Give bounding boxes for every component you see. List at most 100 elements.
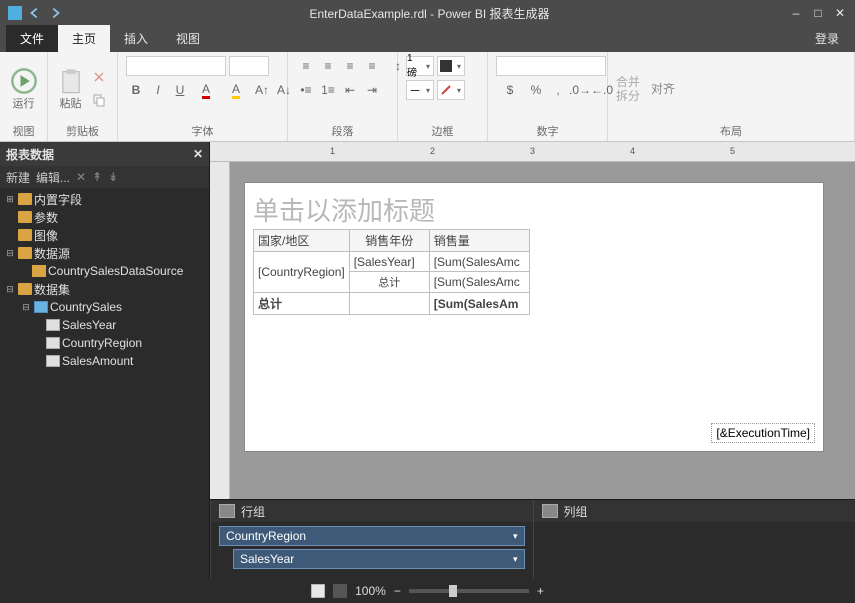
- window-title: EnterDataExample.rdl - Power BI 报表生成器: [70, 5, 789, 22]
- ribbon: 运行 视图 粘贴 剪贴板 B I U A A A↑ A↓: [0, 52, 855, 142]
- colgroup-header: 列组: [564, 503, 588, 520]
- tree-datasources[interactable]: ⊟数据源: [0, 244, 209, 262]
- preview-view-icon[interactable]: [333, 584, 347, 598]
- tree-field-salesamount[interactable]: SalesAmount: [0, 352, 209, 370]
- group-border-label: 边框: [406, 121, 479, 139]
- panel-movedown-icon[interactable]: ↡: [108, 170, 118, 184]
- justify-button[interactable]: ≡: [362, 56, 382, 76]
- title-placeholder[interactable]: 单击以添加标题: [253, 191, 435, 228]
- tab-insert[interactable]: 插入: [110, 25, 162, 52]
- zoom-label: 100%: [355, 584, 386, 598]
- tree-images[interactable]: 图像: [0, 226, 209, 244]
- fill-color-button[interactable]: A: [222, 80, 250, 100]
- border-preset-button[interactable]: ▾: [437, 80, 465, 100]
- run-button[interactable]: 运行: [8, 59, 39, 119]
- report-data-panel: 报表数据 ✕ 新建 编辑... ✕ ↟ ↡ ⊞内置字段 参数 图像 ⊟数据源 C…: [0, 142, 210, 579]
- numbering-button[interactable]: 1≡: [318, 80, 338, 100]
- tree-field-countryregion[interactable]: CountryRegion: [0, 334, 209, 352]
- align-center-button[interactable]: ≡: [318, 56, 338, 76]
- italic-button[interactable]: I: [148, 80, 168, 100]
- group-number-label: 数字: [496, 121, 599, 139]
- paste-button[interactable]: 粘贴: [56, 59, 85, 119]
- align-left-button[interactable]: ≡: [296, 56, 316, 76]
- tab-file[interactable]: 文件: [6, 25, 58, 52]
- report-body[interactable]: 单击以添加标题 国家/地区 销售年份 销售量 [CountryRegion] […: [244, 182, 824, 452]
- execution-time-textbox[interactable]: [&ExecutionTime]: [711, 423, 815, 443]
- panel-delete-icon[interactable]: ✕: [76, 170, 86, 184]
- cell-subtotal-label[interactable]: 总计: [349, 272, 429, 293]
- tab-home[interactable]: 主页: [58, 25, 110, 52]
- font-color-button[interactable]: A: [192, 80, 220, 100]
- number-format-select[interactable]: [496, 56, 606, 76]
- border-weight-select[interactable]: 1 磅▾: [406, 56, 434, 76]
- maximize-icon[interactable]: □: [811, 6, 825, 20]
- cell-country[interactable]: [CountryRegion]: [254, 252, 350, 293]
- login-button[interactable]: 登录: [799, 25, 855, 52]
- group-view-label: 视图: [8, 121, 39, 139]
- cell-subtotal-amount[interactable]: [Sum(SalesAmc: [429, 272, 529, 293]
- indent-button[interactable]: ⇥: [362, 80, 382, 100]
- bold-button[interactable]: B: [126, 80, 146, 100]
- cell-year[interactable]: [SalesYear]: [349, 252, 429, 272]
- col-header-amount[interactable]: 销售量: [429, 230, 529, 252]
- align-button[interactable]: 对齐: [646, 79, 680, 99]
- align-right-button[interactable]: ≡: [340, 56, 360, 76]
- redo-icon[interactable]: [48, 6, 62, 20]
- copy-icon[interactable]: [89, 90, 109, 110]
- tree-builtin-fields[interactable]: ⊞内置字段: [0, 190, 209, 208]
- underline-button[interactable]: U: [170, 80, 190, 100]
- tree-datasets[interactable]: ⊟数据集: [0, 280, 209, 298]
- font-size-select[interactable]: [229, 56, 269, 76]
- panel-close-icon[interactable]: ✕: [193, 147, 203, 161]
- group-clipboard-label: 剪贴板: [56, 121, 109, 139]
- rowgroup-salesyear[interactable]: SalesYear▾: [233, 549, 525, 569]
- minimize-icon[interactable]: –: [789, 6, 803, 20]
- close-icon[interactable]: ✕: [833, 6, 847, 20]
- panel-new-button[interactable]: 新建: [6, 169, 30, 186]
- rowgroup-header: 行组: [241, 503, 265, 520]
- cut-icon[interactable]: [89, 67, 109, 87]
- percent-button[interactable]: %: [526, 80, 546, 100]
- font-family-select[interactable]: [126, 56, 226, 76]
- currency-button[interactable]: $: [496, 80, 524, 100]
- border-color-button[interactable]: ▾: [437, 56, 465, 76]
- chevron-down-icon[interactable]: ▾: [513, 554, 518, 565]
- tree-datasource-item[interactable]: CountrySalesDataSource: [0, 262, 209, 280]
- tree-dataset-item[interactable]: ⊟CountrySales: [0, 298, 209, 316]
- thousands-button[interactable]: ,: [548, 80, 568, 100]
- panel-moveup-icon[interactable]: ↟: [92, 170, 102, 184]
- colgroup-icon: [542, 504, 558, 518]
- border-style-button[interactable]: ─▾: [406, 80, 434, 100]
- cell-amount[interactable]: [Sum(SalesAmc: [429, 252, 529, 272]
- chevron-down-icon[interactable]: ▾: [513, 531, 518, 542]
- zoom-out-button[interactable]: −: [394, 584, 401, 598]
- cell-grandtotal-label[interactable]: 总计: [254, 293, 350, 315]
- tab-view[interactable]: 视图: [162, 25, 214, 52]
- design-view-icon[interactable]: [311, 584, 325, 598]
- tablix[interactable]: 国家/地区 销售年份 销售量 [CountryRegion] [SalesYea…: [253, 229, 530, 315]
- zoom-in-button[interactable]: +: [537, 584, 544, 598]
- undo-icon[interactable]: [28, 6, 42, 20]
- zoom-slider[interactable]: [409, 589, 529, 593]
- tree-parameters[interactable]: 参数: [0, 208, 209, 226]
- report-data-tree: ⊞内置字段 参数 图像 ⊟数据源 CountrySalesDataSource …: [0, 188, 209, 579]
- grow-font-button[interactable]: A↑: [252, 80, 272, 100]
- merge-split-button[interactable]: 合并拆分: [616, 75, 640, 103]
- tree-field-salesyear[interactable]: SalesYear: [0, 316, 209, 334]
- vertical-ruler: [210, 162, 230, 499]
- rowgroup-icon: [219, 504, 235, 518]
- increase-decimal-button[interactable]: .0→: [570, 80, 590, 100]
- group-paragraph-label: 段落: [296, 121, 389, 139]
- cell-grandtotal-amount[interactable]: [Sum(SalesAm: [429, 293, 529, 315]
- bullets-button[interactable]: •≡: [296, 80, 316, 100]
- group-layout-label: 布局: [616, 121, 846, 139]
- panel-title: 报表数据: [6, 146, 54, 163]
- app-icon: [8, 6, 22, 20]
- rowgroup-countryregion[interactable]: CountryRegion▾: [219, 526, 525, 546]
- outdent-button[interactable]: ⇤: [340, 80, 360, 100]
- horizontal-ruler: 1 2 3 4 5: [210, 142, 855, 162]
- panel-edit-button[interactable]: 编辑...: [36, 169, 70, 186]
- group-font-label: 字体: [126, 121, 279, 139]
- col-header-country[interactable]: 国家/地区: [254, 230, 350, 252]
- col-header-year[interactable]: 销售年份: [349, 230, 429, 252]
